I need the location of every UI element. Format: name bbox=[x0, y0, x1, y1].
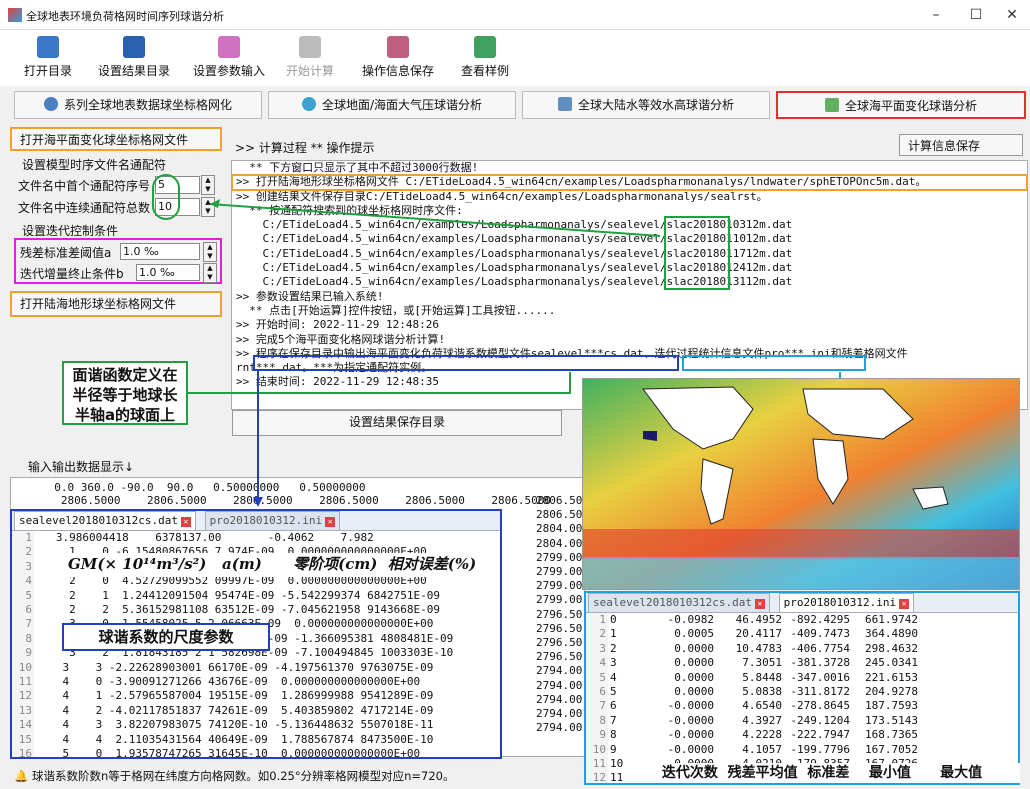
cell: 168.7365 bbox=[865, 728, 918, 742]
cell: 9 bbox=[610, 742, 617, 756]
cs-file-tab[interactable]: sealevel2018010312cs.dat ✕ bbox=[588, 593, 770, 612]
line-number: 3 bbox=[586, 641, 608, 657]
cell: -406.7754 bbox=[790, 641, 850, 655]
cell: -311.8172 bbox=[790, 685, 850, 699]
cell: 10.4783 bbox=[735, 641, 782, 655]
cell: 7 bbox=[610, 713, 617, 727]
cell: -409.7473 bbox=[790, 627, 850, 641]
cell: 364.4890 bbox=[865, 627, 918, 641]
pro-column-annotation: 迭代次数 残差平均值 标准差 最小值 最大值 bbox=[624, 763, 1020, 783]
table-row: 9 8 -0.0000 4.2228 -222.7947 168.7365 bbox=[586, 728, 920, 743]
bell-icon: 🔔 bbox=[14, 769, 29, 783]
line-number: 5 bbox=[586, 670, 608, 686]
cell: -222.7947 bbox=[790, 728, 850, 742]
cell: 0.0000 bbox=[674, 641, 714, 655]
cell: 5.0838 bbox=[742, 685, 782, 699]
cell: -199.7796 bbox=[790, 742, 850, 756]
cell: -0.0000 bbox=[667, 699, 714, 713]
cell: 661.9742 bbox=[865, 613, 918, 626]
cell: 0 bbox=[610, 613, 617, 626]
line-number: 1 bbox=[586, 613, 608, 628]
cell: -0.0000 bbox=[667, 713, 714, 727]
pro-tabstrip: sealevel2018010312cs.dat ✕ pro2018010312.… bbox=[586, 593, 1018, 613]
line-number: 12 bbox=[586, 771, 608, 783]
cell: 3 bbox=[610, 656, 617, 670]
sea-level-map-image bbox=[583, 379, 1019, 589]
pro-file-window: sealevel2018010312cs.dat ✕ pro2018010312.… bbox=[584, 591, 1020, 785]
cell: 187.7593 bbox=[865, 699, 918, 713]
cell: 245.0341 bbox=[865, 656, 918, 670]
line-number: 7 bbox=[586, 699, 608, 714]
cell: 4.6540 bbox=[742, 699, 782, 713]
line-number: 8 bbox=[586, 713, 608, 729]
table-row: 6 5 0.0000 5.0838 -311.8172 204.9278 bbox=[586, 685, 920, 700]
cell: 4 bbox=[610, 670, 617, 684]
cell: 5.8448 bbox=[742, 670, 782, 684]
cell: 4.3927 bbox=[742, 713, 782, 727]
cell: -347.0016 bbox=[790, 670, 850, 684]
cell: 46.4952 bbox=[735, 613, 782, 626]
sea-level-map bbox=[582, 378, 1020, 590]
table-row: 3 2 0.0000 10.4783 -406.7754 298.4632 bbox=[586, 641, 920, 657]
table-row: 2 1 0.0005 20.4117 -409.7473 364.4890 bbox=[586, 627, 920, 642]
cell: 298.4632 bbox=[865, 641, 918, 655]
line-number: 11 bbox=[586, 757, 608, 772]
table-row: 4 3 0.0000 7.3051 -381.3728 245.0341 bbox=[586, 656, 920, 671]
cell: -0.0000 bbox=[667, 728, 714, 742]
status-bar: 🔔 球谐系数阶数n等于格网在纬度方向格网数。如0.25°分辨率格网模型对应n=7… bbox=[14, 766, 574, 786]
cell: 204.9278 bbox=[865, 685, 918, 699]
cell: 167.7052 bbox=[865, 742, 918, 756]
cell: -0.0982 bbox=[667, 613, 714, 626]
cell: 0.0000 bbox=[674, 656, 714, 670]
cell: 20.4117 bbox=[735, 627, 782, 641]
status-text: 球谐系数阶数n等于格网在纬度方向格网数。如0.25°分辨率格网模型对应n=720… bbox=[31, 769, 455, 783]
line-number: 4 bbox=[586, 656, 608, 671]
close-icon[interactable]: ✕ bbox=[899, 599, 910, 609]
line-number: 6 bbox=[586, 685, 608, 700]
cell: 0.0005 bbox=[674, 627, 714, 641]
cell: -0.0000 bbox=[667, 742, 714, 756]
cell: 173.5143 bbox=[865, 713, 918, 727]
cell: 1 bbox=[610, 627, 617, 641]
cell: 7.3051 bbox=[742, 656, 782, 670]
cell: 4.2228 bbox=[742, 728, 782, 742]
cell: -278.8645 bbox=[790, 699, 850, 713]
cell: 0.0000 bbox=[674, 685, 714, 699]
close-icon[interactable]: ✕ bbox=[754, 599, 765, 609]
table-row: 10 9 -0.0000 4.1057 -199.7796 167.7052 bbox=[586, 742, 920, 758]
line-number: 9 bbox=[586, 728, 608, 743]
table-row: 5 4 0.0000 5.8448 -347.0016 221.6153 bbox=[586, 670, 920, 686]
cell: 4.1057 bbox=[742, 742, 782, 756]
cell: -249.1204 bbox=[790, 713, 850, 727]
line-number: 10 bbox=[586, 742, 608, 758]
pro-file-tab[interactable]: pro2018010312.ini ✕ bbox=[778, 593, 915, 612]
table-row: 1 0 -0.0982 46.4952 -892.4295 661.9742 bbox=[586, 613, 920, 628]
cell: 8 bbox=[610, 728, 617, 742]
line-number: 2 bbox=[586, 627, 608, 642]
cell: 0.0000 bbox=[674, 670, 714, 684]
cell: 221.6153 bbox=[865, 670, 918, 684]
cell: 5 bbox=[610, 685, 617, 699]
table-row: 8 7 -0.0000 4.3927 -249.1204 173.5143 bbox=[586, 713, 920, 729]
table-row: 7 6 -0.0000 4.6540 -278.8645 187.7593 bbox=[586, 699, 920, 714]
cell: -892.4295 bbox=[790, 613, 850, 626]
cell: 2 bbox=[610, 641, 617, 655]
cell: -381.3728 bbox=[790, 656, 850, 670]
cell: 6 bbox=[610, 699, 617, 713]
